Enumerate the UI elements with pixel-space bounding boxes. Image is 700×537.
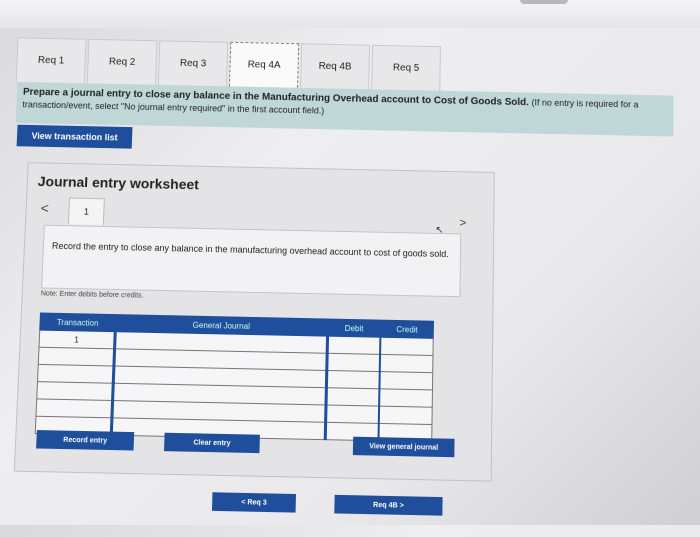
debit-input[interactable] [327, 336, 381, 354]
debit-input[interactable] [326, 370, 380, 388]
debits-note: Note: Enter debits before credits. [41, 290, 144, 299]
next-req-button[interactable]: Req 4B > [334, 495, 442, 516]
entry-tab-1[interactable]: 1 [68, 198, 105, 225]
header-credit: Credit [381, 320, 434, 338]
entry-description: Record the entry to close any balance in… [41, 225, 461, 298]
debit-input[interactable] [326, 388, 380, 406]
prev-req-button[interactable]: < Req 3 [212, 492, 296, 512]
transaction-cell: 1 [39, 330, 115, 349]
tab-req-3[interactable]: Req 3 [158, 40, 228, 86]
transaction-cell [36, 399, 112, 418]
clear-entry-button[interactable]: Clear entry [164, 433, 260, 453]
header-debit: Debit [327, 319, 381, 337]
debit-input[interactable] [326, 353, 380, 371]
journal-entry-worksheet: Journal entry worksheet < 1 Record the e… [14, 162, 495, 481]
tab-req-1[interactable]: Req 1 [16, 37, 87, 83]
tab-req-5[interactable]: Req 5 [371, 45, 441, 91]
credit-input[interactable] [379, 406, 432, 424]
journal-table: Transaction General Journal Debit Credit… [35, 312, 434, 442]
credit-input[interactable] [380, 337, 433, 355]
debit-input[interactable] [325, 405, 379, 423]
transaction-cell [37, 382, 113, 401]
record-entry-button[interactable]: Record entry [36, 430, 134, 450]
transaction-cell [38, 347, 114, 366]
chevron-right-icon[interactable]: > [459, 216, 466, 230]
worksheet-title: Journal entry worksheet [37, 173, 199, 192]
credit-input[interactable] [380, 372, 433, 390]
transaction-cell [37, 364, 113, 383]
tab-req-4a[interactable]: Req 4A [229, 42, 299, 88]
bezel-sensor [520, 0, 568, 4]
credit-input[interactable] [380, 354, 433, 372]
chevron-left-icon[interactable]: < [40, 200, 49, 216]
view-transaction-list-button[interactable]: View transaction list [17, 125, 133, 149]
page-stage: Req 1 Req 2 Req 3 Req 4A Req 4B Req 5 Pr… [0, 0, 700, 537]
view-general-journal-button[interactable]: View general journal [353, 437, 455, 458]
header-transaction: Transaction [40, 313, 116, 332]
tab-req-4b[interactable]: Req 4B [300, 43, 370, 89]
mouse-cursor-icon: ↖ [435, 225, 444, 236]
tab-req-2[interactable]: Req 2 [87, 39, 158, 85]
credit-input[interactable] [379, 389, 432, 407]
